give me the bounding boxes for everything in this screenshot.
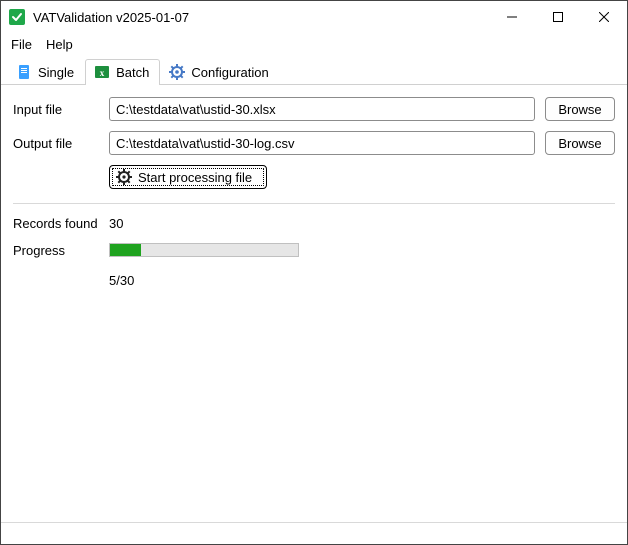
- app-icon: [9, 9, 25, 25]
- titlebar: VATValidation v2025-01-07: [1, 1, 627, 33]
- output-file-label: Output file: [13, 136, 99, 151]
- output-file-field[interactable]: [109, 131, 535, 155]
- records-found-value: 30: [109, 216, 615, 231]
- tab-batch[interactable]: x Batch: [85, 59, 160, 85]
- tab-single[interactable]: Single: [7, 59, 85, 85]
- progress-label: Progress: [13, 243, 99, 258]
- progress-bar: [109, 243, 299, 257]
- start-button-label: Start processing file: [138, 170, 252, 185]
- gear-icon: [116, 169, 132, 185]
- close-button[interactable]: [581, 2, 627, 33]
- window-title: VATValidation v2025-01-07: [33, 10, 189, 25]
- start-processing-button[interactable]: Start processing file: [109, 165, 267, 189]
- browse-output-button[interactable]: Browse: [545, 131, 615, 155]
- progress-counter: 5/30: [109, 273, 615, 288]
- svg-text:x: x: [100, 68, 105, 78]
- document-icon: [16, 64, 32, 80]
- gear-icon: [169, 64, 185, 80]
- records-found-label: Records found: [13, 216, 99, 231]
- menu-help[interactable]: Help: [46, 37, 73, 52]
- tab-batch-label: Batch: [116, 65, 149, 80]
- menubar: File Help: [1, 33, 627, 58]
- statusbar: [1, 522, 627, 544]
- tab-configuration-label: Configuration: [191, 65, 268, 80]
- menu-file[interactable]: File: [11, 37, 32, 52]
- tab-single-label: Single: [38, 65, 74, 80]
- status-area: Records found 30 Progress 5/30: [1, 204, 627, 292]
- excel-icon: x: [94, 64, 110, 80]
- minimize-button[interactable]: [489, 2, 535, 33]
- maximize-button[interactable]: [535, 2, 581, 33]
- tab-row: Single x Batch Configuration: [1, 58, 627, 85]
- input-file-field[interactable]: [109, 97, 535, 121]
- batch-form: Input file Browse Output file Browse Sta…: [1, 85, 627, 193]
- tab-configuration[interactable]: Configuration: [160, 59, 279, 85]
- input-file-label: Input file: [13, 102, 99, 117]
- browse-input-button[interactable]: Browse: [545, 97, 615, 121]
